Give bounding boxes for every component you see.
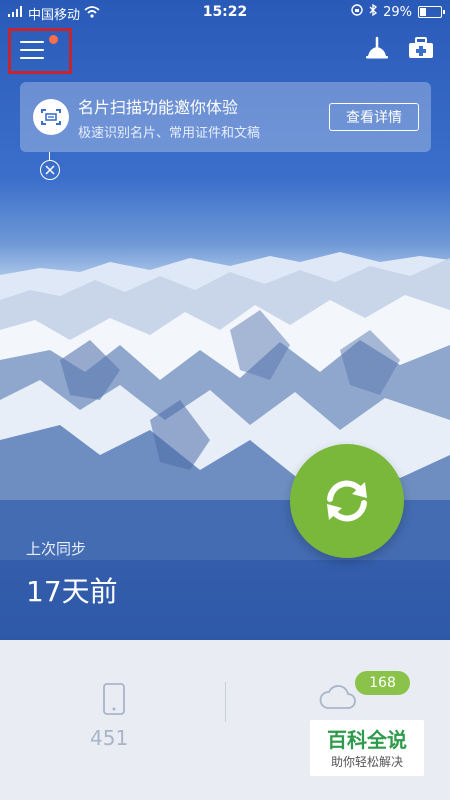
promo-title: 名片扫描功能邀你体验 — [78, 98, 239, 117]
phone-contacts-stat[interactable]: 451 — [80, 680, 150, 760]
battery-icon — [418, 6, 445, 18]
cloud-count-badge: 168 — [355, 671, 410, 695]
promo-subtitle: 极速识别名片、常用证件和文稿 — [78, 126, 261, 141]
status-right: 29% — [351, 3, 445, 20]
watermark-subtitle: 助你轻松解决 — [330, 755, 403, 769]
refresh-icon — [327, 480, 367, 522]
view-details-button[interactable]: 查看详情 — [329, 103, 419, 131]
status-bar: 中国移动 15:22 29% — [0, 0, 450, 24]
cloud-contacts-stat[interactable] — [318, 684, 358, 714]
sync-button[interactable] — [290, 444, 404, 558]
phone-icon — [103, 683, 125, 715]
phone-count: 451 — [90, 726, 129, 750]
bluetooth-icon — [369, 3, 378, 20]
last-sync-time: 17天前 — [26, 575, 118, 608]
watermark-logo: 百科全说 助你轻松解决 — [310, 720, 424, 776]
watermark-title: 百科全说 — [327, 728, 407, 752]
notification-dot — [49, 35, 58, 44]
menu-button[interactable] — [8, 28, 72, 74]
close-icon[interactable] — [40, 160, 60, 180]
stats-divider — [225, 682, 226, 722]
promo-banner[interactable]: 名片扫描功能邀你体验 极速识别名片、常用证件和文稿 查看详情 — [20, 82, 431, 152]
broom-icon[interactable] — [364, 36, 390, 60]
card-scan-icon — [33, 99, 69, 135]
close-connector — [49, 152, 50, 160]
last-sync-label: 上次同步 — [26, 540, 87, 558]
lock-rotation-icon — [351, 4, 363, 20]
battery-fill — [420, 8, 426, 16]
toolbox-icon[interactable] — [408, 36, 434, 60]
battery-percent: 29% — [383, 4, 412, 20]
hamburger-icon — [20, 41, 44, 65]
cloud-icon — [319, 685, 356, 709]
